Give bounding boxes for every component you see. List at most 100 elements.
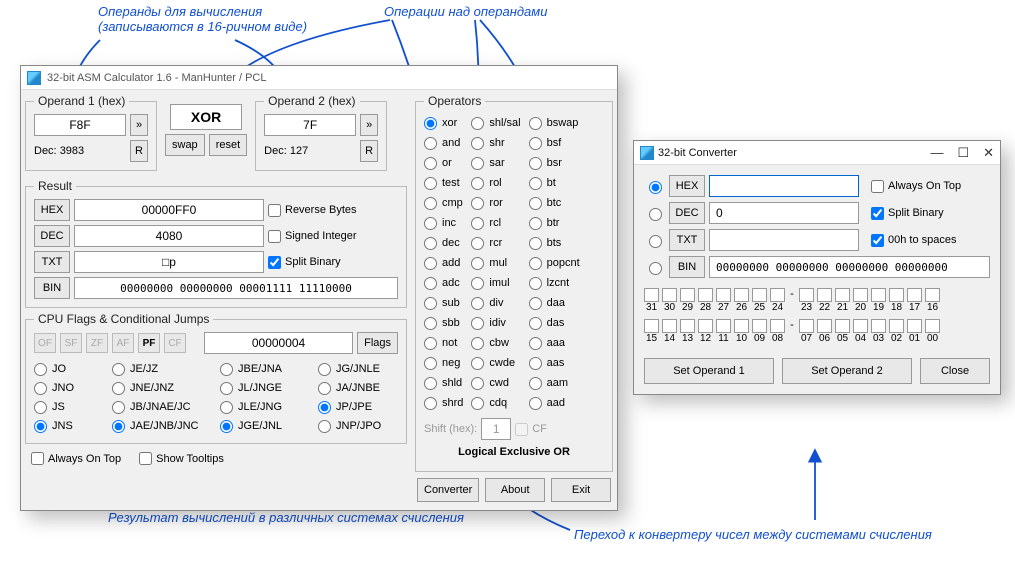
bit-12[interactable]: [698, 319, 713, 333]
bit-17[interactable]: [907, 288, 922, 302]
jump-JNO[interactable]: JNO: [34, 379, 104, 397]
show-tooltips-checkbox[interactable]: Show Tooltips: [139, 452, 224, 465]
dec-button[interactable]: DEC: [34, 225, 70, 247]
bit-16[interactable]: [925, 288, 940, 302]
bit-07[interactable]: [799, 319, 814, 333]
jump-JP-JPE[interactable]: JP/JPE: [318, 398, 398, 416]
operator-cwd[interactable]: cwd: [471, 374, 520, 392]
operand2-r-button[interactable]: R: [360, 140, 378, 162]
operator-shrd[interactable]: shrd: [424, 394, 463, 412]
swap-button[interactable]: swap: [165, 134, 205, 156]
bit-11[interactable]: [716, 319, 731, 333]
operator-bsr[interactable]: bsr: [529, 154, 580, 172]
bit-30[interactable]: [662, 288, 677, 302]
operand2-move-button[interactable]: »: [360, 114, 378, 136]
bit-28[interactable]: [698, 288, 713, 302]
operator-btr[interactable]: btr: [529, 214, 580, 232]
jump-JAE-JNB-JNC[interactable]: JAE/JNB/JNC: [112, 417, 212, 435]
bit-08[interactable]: [770, 319, 785, 333]
hex-button[interactable]: HEX: [34, 199, 70, 221]
flags-button[interactable]: Flags: [357, 332, 398, 354]
operand1-move-button[interactable]: »: [130, 114, 148, 136]
conv-split-binary-checkbox[interactable]: Split Binary: [871, 207, 944, 220]
flags-count[interactable]: 00000004: [204, 332, 353, 354]
operator-dec[interactable]: dec: [424, 234, 463, 252]
conv-txt-input[interactable]: [709, 229, 859, 251]
jump-JS[interactable]: JS: [34, 398, 104, 416]
operand1-value[interactable]: F8F: [34, 114, 126, 136]
operator-aaa[interactable]: aaa: [529, 334, 580, 352]
operator-test[interactable]: test: [424, 174, 463, 192]
operator-neg[interactable]: neg: [424, 354, 463, 372]
operator-xor[interactable]: xor: [424, 114, 463, 132]
conv-bin-button[interactable]: BIN: [669, 256, 705, 278]
operator-sbb[interactable]: sbb: [424, 314, 463, 332]
operator-not[interactable]: not: [424, 334, 463, 352]
flag-zf[interactable]: ZF: [86, 333, 108, 353]
operator-ror[interactable]: ror: [471, 194, 520, 212]
conv-close-button[interactable]: Close: [920, 358, 990, 384]
operator-aas[interactable]: aas: [529, 354, 580, 372]
operator-idiv[interactable]: idiv: [471, 314, 520, 332]
conv-hex-input[interactable]: [709, 175, 859, 197]
split-binary-checkbox[interactable]: Split Binary: [268, 256, 341, 269]
always-on-top-checkbox[interactable]: Always On Top: [31, 452, 121, 465]
cf-checkbox[interactable]: CF: [515, 423, 547, 436]
bit-18[interactable]: [889, 288, 904, 302]
operator-or[interactable]: or: [424, 154, 463, 172]
operator-bsf[interactable]: bsf: [529, 134, 580, 152]
operator-imul[interactable]: imul: [471, 274, 520, 292]
txt-button[interactable]: TXT: [34, 251, 70, 273]
shift-value[interactable]: 1: [481, 418, 511, 440]
bit-02[interactable]: [889, 319, 904, 333]
set-operand-1-button[interactable]: Set Operand 1: [644, 358, 774, 384]
bit-23[interactable]: [799, 288, 814, 302]
bit-13[interactable]: [680, 319, 695, 333]
about-button[interactable]: About: [485, 478, 545, 502]
conv-00h-spaces-checkbox[interactable]: 00h to spaces: [871, 234, 957, 247]
operator-rcl[interactable]: rcl: [471, 214, 520, 232]
bit-29[interactable]: [680, 288, 695, 302]
conv-txt-radio[interactable]: [649, 235, 662, 248]
operator-cmp[interactable]: cmp: [424, 194, 463, 212]
flag-of[interactable]: OF: [34, 333, 56, 353]
operand2-value[interactable]: 7F: [264, 114, 356, 136]
operator-div[interactable]: div: [471, 294, 520, 312]
operator-cbw[interactable]: cbw: [471, 334, 520, 352]
conv-txt-button[interactable]: TXT: [669, 229, 705, 251]
operator-bswap[interactable]: bswap: [529, 114, 580, 132]
operator-shl-sal[interactable]: shl/sal: [471, 114, 520, 132]
reset-button[interactable]: reset: [209, 134, 247, 156]
bin-result[interactable]: 00000000 00000000 00001111 11110000: [74, 277, 398, 299]
bit-31[interactable]: [644, 288, 659, 302]
bin-button[interactable]: BIN: [34, 277, 70, 299]
bit-03[interactable]: [871, 319, 886, 333]
flag-cf[interactable]: CF: [164, 333, 186, 353]
close-icon[interactable]: ✕: [983, 145, 994, 161]
bit-27[interactable]: [716, 288, 731, 302]
conv-dec-input[interactable]: 0: [709, 202, 859, 224]
operator-add[interactable]: add: [424, 254, 463, 272]
signed-integer-checkbox[interactable]: Signed Integer: [268, 230, 357, 243]
hex-result[interactable]: 00000FF0: [74, 199, 264, 221]
operator-sub[interactable]: sub: [424, 294, 463, 312]
reverse-bytes-checkbox[interactable]: Reverse Bytes: [268, 204, 357, 217]
jump-JA-JNBE[interactable]: JA/JNBE: [318, 379, 398, 397]
jump-JNE-JNZ[interactable]: JNE/JNZ: [112, 379, 212, 397]
operator-rcr[interactable]: rcr: [471, 234, 520, 252]
operator-das[interactable]: das: [529, 314, 580, 332]
operator-bts[interactable]: bts: [529, 234, 580, 252]
jump-JO[interactable]: JO: [34, 360, 104, 378]
jump-JLE-JNG[interactable]: JLE/JNG: [220, 398, 310, 416]
operator-lzcnt[interactable]: lzcnt: [529, 274, 580, 292]
operator-and[interactable]: and: [424, 134, 463, 152]
operator-popcnt[interactable]: popcnt: [529, 254, 580, 272]
jump-JB-JNAE-JC[interactable]: JB/JNAE/JC: [112, 398, 212, 416]
operator-btc[interactable]: btc: [529, 194, 580, 212]
operator-shld[interactable]: shld: [424, 374, 463, 392]
jump-JG-JNLE[interactable]: JG/JNLE: [318, 360, 398, 378]
conv-bin-input[interactable]: 00000000 00000000 00000000 00000000: [709, 256, 990, 278]
operator-rol[interactable]: rol: [471, 174, 520, 192]
operator-inc[interactable]: inc: [424, 214, 463, 232]
bit-14[interactable]: [662, 319, 677, 333]
